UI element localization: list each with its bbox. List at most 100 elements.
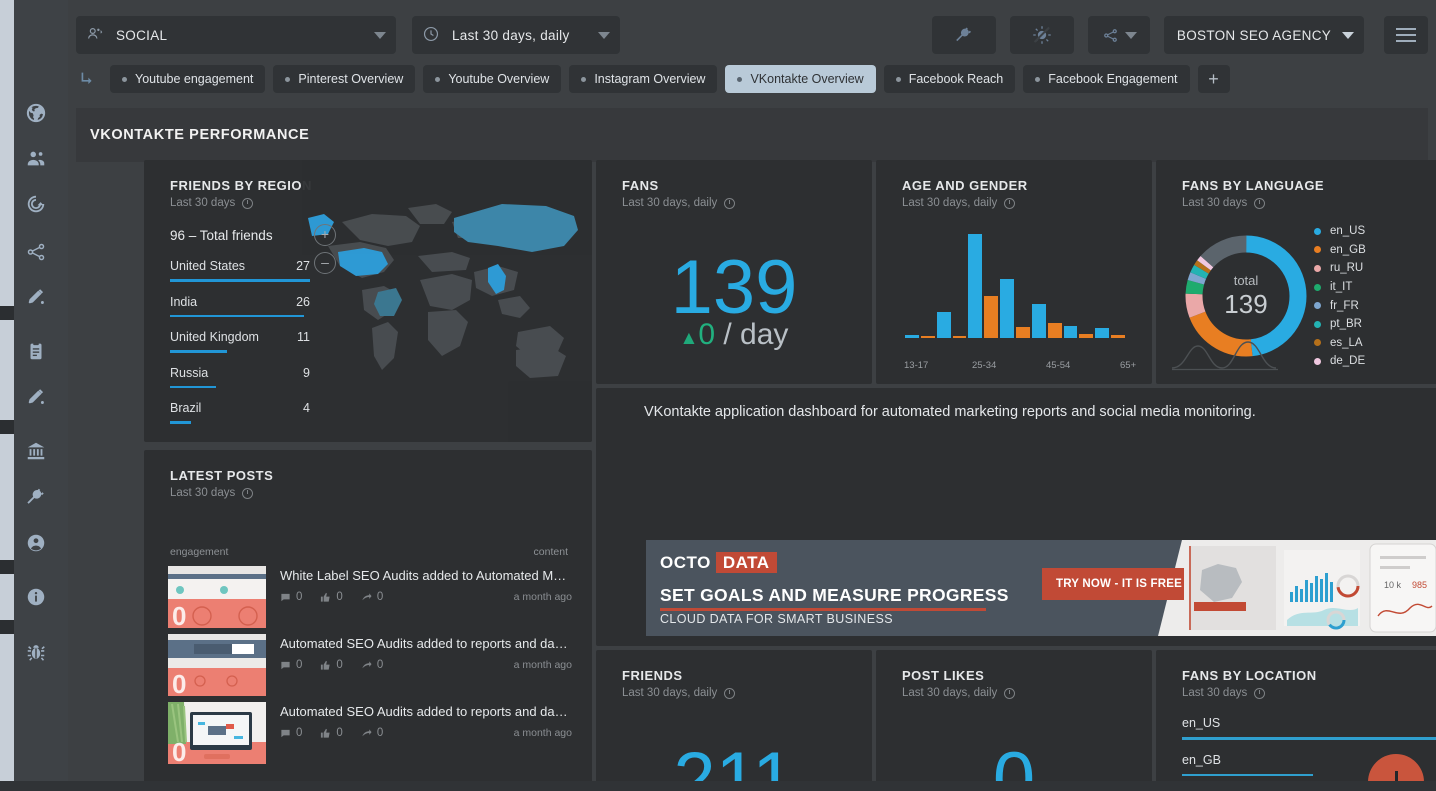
list-item[interactable]: 0 Automated SEO Audits added to reports … [168, 702, 572, 770]
plug-button[interactable] [932, 16, 996, 54]
tab-pinterest-overview[interactable]: Pinterest Overview [273, 65, 415, 93]
post-comments: 0 [280, 659, 302, 671]
tab-facebook-engagement[interactable]: Facebook Engagement [1023, 65, 1189, 93]
clock-icon [242, 198, 253, 209]
tab-facebook-reach[interactable]: Facebook Reach [884, 65, 1016, 93]
sparkline-decoration [1172, 338, 1278, 372]
legend-row[interactable]: ru_RU9 / 6% [1314, 259, 1436, 278]
plus-icon: + [321, 226, 329, 242]
panel-subtitle-text: Last 30 days, daily [902, 197, 997, 209]
fans-delta-value: 0 [698, 318, 715, 351]
info-icon[interactable] [22, 583, 50, 611]
clock-icon [724, 688, 735, 699]
list-item[interactable]: 0 Automated SEO Audits added to reports … [168, 634, 572, 702]
refresh-globe-icon[interactable] [22, 190, 50, 218]
world-map[interactable] [302, 160, 592, 442]
region-row[interactable]: Brazil 4 [170, 401, 310, 424]
share-count: 0 [377, 591, 383, 603]
magic-pencil-icon[interactable] [22, 383, 50, 411]
bar-male [1032, 304, 1046, 338]
banner-cta-button[interactable]: TRY NOW - IT IS FREE [1042, 568, 1196, 600]
plug-icon[interactable] [22, 483, 50, 511]
tab-instagram-overview[interactable]: Instagram Overview [569, 65, 717, 93]
post-comments: 0 [280, 591, 302, 603]
column-header-engagement: engagement [170, 546, 228, 558]
agency-select[interactable]: BOSTON SEO AGENCY [1164, 16, 1364, 54]
legend-row[interactable]: en_US67 / 48% [1314, 222, 1436, 241]
post-title[interactable]: Automated SEO Audits added to reports an… [280, 704, 568, 719]
axis-tick: 25-34 [972, 360, 996, 371]
region-row[interactable]: United Kingdom11 [170, 330, 310, 353]
list-item[interactable]: 0 White Label SEO Audits added to Automa… [168, 566, 572, 634]
comment-icon [280, 660, 291, 671]
menu-button[interactable] [1384, 16, 1428, 54]
panel-age-and-gender: AGE AND GENDER Last 30 days, daily 13-17… [876, 160, 1152, 384]
page-title: VKONTAKTE PERFORMANCE [90, 127, 309, 143]
region-value: 4 [303, 401, 310, 415]
bank-icon[interactable] [22, 437, 50, 465]
edit-pencil-icon[interactable] [22, 283, 50, 311]
panel-subtitle: Last 30 days [1182, 687, 1436, 699]
region-label: Brazil [170, 401, 201, 415]
bar-male [937, 312, 951, 338]
post-badge: 0 [172, 737, 186, 764]
bar-female [1111, 335, 1125, 338]
post-thumbnail[interactable]: 0 [168, 566, 266, 628]
share-button[interactable] [1088, 16, 1150, 54]
region-row[interactable]: India 26 [170, 295, 310, 318]
post-thumbnail[interactable]: 0 [168, 702, 266, 764]
light-off-button[interactable] [1010, 16, 1074, 54]
region-value: 26 [296, 295, 310, 309]
location-row[interactable]: en_US67 [1182, 716, 1436, 740]
post-thumbnail[interactable]: 0 [168, 634, 266, 696]
promo-banner[interactable]: OCTODATA SET GOALS AND MEASURE PROGRESS … [646, 540, 1436, 636]
map-zoom-in-button[interactable]: + [314, 224, 336, 246]
legend-row[interactable]: pt_BR3 / 2% [1314, 315, 1436, 334]
date-range-select[interactable]: Last 30 days, daily [412, 16, 620, 54]
map-zoom-out-button[interactable]: – [314, 252, 336, 274]
left-sidebar [0, 0, 68, 791]
chevron-down-icon [1125, 32, 1137, 39]
region-row[interactable]: United States27 [170, 259, 310, 282]
tab-youtube-engagement[interactable]: Youtube engagement [110, 65, 265, 93]
language-donut-chart[interactable]: total 139 [1176, 226, 1316, 366]
legend-row[interactable]: it_IT5 / 4% [1314, 278, 1436, 297]
panel-header: FANS BY LANGUAGE Last 30 days [1156, 160, 1436, 209]
region-row[interactable]: Russia9 [170, 366, 310, 389]
post-title[interactable]: White Label SEO Audits added to Automate… [280, 568, 568, 583]
tab-youtube-overview[interactable]: Youtube Overview [423, 65, 561, 93]
post-title[interactable]: Automated SEO Audits added to reports an… [280, 636, 568, 651]
sidebar-scroll-strip[interactable] [0, 0, 14, 791]
legend-row[interactable]: fr_FR3 / 2% [1314, 296, 1436, 315]
bottom-bar [0, 781, 1436, 791]
minus-icon: – [321, 254, 329, 270]
bar-male [1064, 326, 1078, 338]
panel-subtitle-text: Last 30 days [170, 197, 235, 209]
tab-label: VKontakte Overview [750, 72, 863, 86]
donut-total-value: 139 [1224, 289, 1267, 320]
panel-subtitle: Last 30 days, daily [622, 197, 872, 209]
top-toolbar: SOCIAL Last 30 days, daily BOSTON SEO AG… [68, 0, 1436, 104]
add-tab-button[interactable]: + [1198, 65, 1230, 93]
panel-header: FANS BY LOCATION Last 30 days [1156, 650, 1436, 699]
share-arrow-icon [361, 728, 372, 739]
account-icon[interactable] [22, 529, 50, 557]
age-gender-bar-chart[interactable] [904, 228, 1126, 338]
legend-row[interactable]: de_DE2 / 1% [1314, 352, 1436, 371]
sidebar-strip-gap [0, 620, 14, 634]
banner-subhead: CLOUD DATA FOR SMART BUSINESS [660, 612, 893, 626]
account-select[interactable]: SOCIAL [76, 16, 396, 54]
legend-dot [1314, 302, 1321, 309]
clipboard-icon[interactable] [22, 337, 50, 365]
banner-headline: SET GOALS AND MEASURE PROGRESS [660, 585, 1009, 606]
panel-title: AGE AND GENDER [902, 178, 1152, 193]
region-label: India [170, 295, 197, 309]
comment-count: 0 [296, 591, 302, 603]
tab-vkontakte-overview[interactable]: VKontakte Overview [725, 65, 875, 93]
share-nodes-icon[interactable] [22, 238, 50, 266]
audience-icon[interactable] [22, 145, 50, 173]
legend-row[interactable]: en_GB29 / 21% [1314, 241, 1436, 260]
globe-icon[interactable] [22, 99, 50, 127]
legend-row[interactable]: es_LA2 / 1% [1314, 334, 1436, 353]
bug-icon[interactable] [22, 638, 50, 666]
